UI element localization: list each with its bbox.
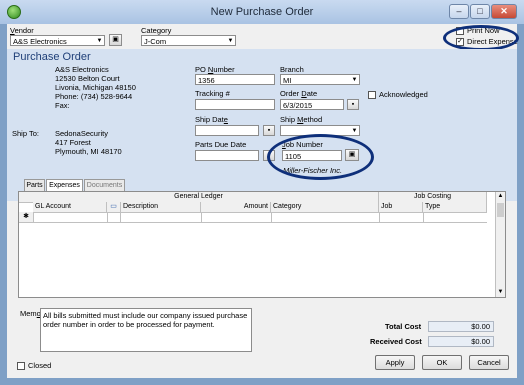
- chevron-down-icon: ▼: [351, 128, 358, 134]
- title-bar: New Purchase Order – □ ✕: [0, 0, 524, 24]
- vendor-address-line: Fax:: [55, 101, 70, 110]
- tracking-label: Tracking #: [195, 89, 230, 98]
- ship-to-line: SedonaSecurity: [55, 129, 108, 138]
- order-date-field[interactable]: 6/3/2015: [280, 99, 344, 110]
- po-number-label: PO Number: [195, 65, 235, 74]
- ship-to-line: 417 Forest: [55, 138, 91, 147]
- highlight-oval-direct-expense: [443, 25, 519, 51]
- ship-method-label: Ship Method: [280, 115, 323, 124]
- total-cost-label: Total Cost: [385, 322, 422, 331]
- chevron-down-icon: ▼: [351, 77, 358, 83]
- tracking-field[interactable]: [195, 99, 275, 110]
- vendor-select[interactable]: A&S Electronics ▼: [10, 35, 105, 46]
- vendor-value: A&S Electronics: [13, 37, 67, 46]
- cell-divider: [201, 212, 202, 222]
- tab-parts[interactable]: Parts: [24, 179, 45, 191]
- binoculars-icon: ▣: [112, 36, 119, 43]
- vendor-address: A&S Electronics 12530 Belton Court Livon…: [55, 65, 136, 110]
- ship-date-picker-button[interactable]: ▪: [263, 125, 275, 136]
- branch-label: Branch: [280, 65, 304, 74]
- new-row-marker: ✱: [19, 212, 34, 222]
- category-value: J-Com: [144, 37, 167, 46]
- order-date-picker-button[interactable]: ▪: [347, 99, 359, 110]
- received-cost-label: Received Cost: [370, 337, 422, 346]
- parts-due-date-label: Parts Due Date: [195, 140, 247, 149]
- minimize-button[interactable]: –: [449, 4, 469, 19]
- memo-field[interactable]: All bills submitted must include our com…: [40, 308, 252, 352]
- parts-due-date-field[interactable]: [195, 150, 259, 161]
- scroll-up-icon[interactable]: ▲: [496, 192, 505, 201]
- ship-date-field[interactable]: [195, 125, 259, 136]
- tab-documents[interactable]: Documents: [84, 179, 125, 191]
- order-date-label: Order Date: [280, 89, 318, 98]
- closed-label: Closed: [28, 361, 52, 370]
- grid-row-header: [19, 202, 33, 203]
- calendar-icon: ▪: [267, 127, 271, 134]
- grid-scrollbar[interactable]: ▲ ▼: [495, 192, 505, 297]
- window-client-area: Vendor A&S Electronics ▼ ▣ Category J-Co…: [7, 24, 519, 378]
- scrollbar-thumb[interactable]: [497, 203, 504, 217]
- category-label: Category: [141, 26, 172, 35]
- closed-checkbox[interactable]: [17, 362, 25, 370]
- branch-select[interactable]: MI ▼: [280, 74, 360, 85]
- scroll-down-icon[interactable]: ▼: [496, 288, 505, 297]
- vendor-label: Vendor: [10, 26, 34, 35]
- highlight-oval-job-number: [267, 134, 374, 180]
- acknowledged-label: Acknowledged: [379, 90, 428, 99]
- ship-to-address: SedonaSecurity 417 Forest Plymouth, MI 4…: [55, 129, 122, 156]
- cell-divider: [379, 212, 380, 222]
- vendor-address-line: 12530 Belton Court: [55, 74, 120, 83]
- purchase-order-window: New Purchase Order – □ ✕ Vendor A&S Elec…: [0, 0, 524, 385]
- ok-button[interactable]: OK: [422, 355, 462, 370]
- branch-value: MI: [283, 76, 292, 85]
- vendor-address-line: Livonia, Michigan 48150: [55, 83, 136, 92]
- monitor-icon: ▭: [110, 203, 117, 210]
- calendar-icon: ▪: [351, 101, 355, 108]
- maximize-button[interactable]: □: [470, 4, 490, 19]
- gl-lookup-cell[interactable]: [107, 212, 121, 222]
- vendor-lookup-button[interactable]: ▣: [109, 34, 122, 46]
- chevron-down-icon: ▼: [227, 38, 234, 44]
- cancel-button[interactable]: Cancel: [469, 355, 509, 370]
- window-title: New Purchase Order: [210, 6, 314, 18]
- page-title: Purchase Order: [13, 51, 91, 63]
- cell-divider: [271, 212, 272, 222]
- new-row[interactable]: ✱: [19, 212, 487, 223]
- ship-date-label: Ship Date: [195, 115, 228, 124]
- close-button[interactable]: ✕: [491, 4, 517, 19]
- category-select[interactable]: J-Com ▼: [141, 35, 236, 46]
- apply-button[interactable]: Apply: [375, 355, 415, 370]
- chevron-down-icon: ▼: [96, 38, 103, 44]
- expenses-grid[interactable]: General Ledger Job Costing GL Account ▭ …: [18, 191, 506, 298]
- vendor-address-line: Phone: (734) 528-9644: [55, 92, 133, 101]
- po-number-field[interactable]: 1356: [195, 74, 275, 85]
- total-cost-value: $0.00: [428, 321, 494, 332]
- received-cost-value: $0.00: [428, 336, 494, 347]
- acknowledged-checkbox[interactable]: [368, 91, 376, 99]
- ship-to-label: Ship To:: [12, 129, 39, 138]
- cell-divider: [423, 212, 424, 222]
- ship-to-line: Plymouth, MI 48170: [55, 147, 122, 156]
- memo-label: Memo: [20, 309, 41, 318]
- vendor-address-line: A&S Electronics: [55, 65, 109, 74]
